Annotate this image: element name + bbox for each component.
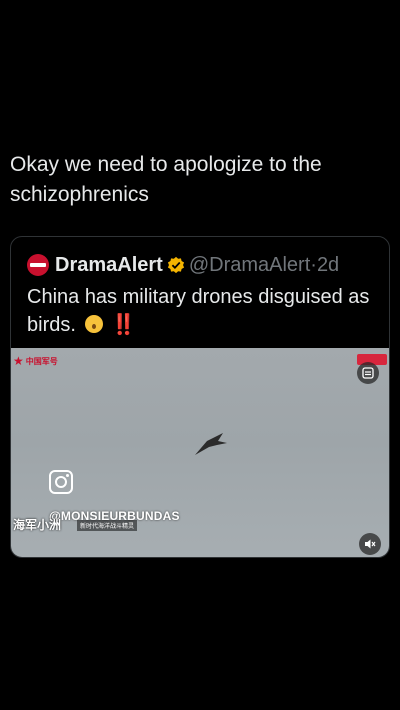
double-exclamation-icon: ‼️ xyxy=(111,314,136,336)
channel-label: 中国军号 xyxy=(25,356,58,366)
captions-icon xyxy=(362,367,374,379)
quoted-tweet-card[interactable]: DramaAlert @DramaAlert · 2d China has mi… xyxy=(10,236,390,558)
captions-button[interactable] xyxy=(357,362,379,384)
astonished-emoji-icon xyxy=(85,315,104,333)
instagram-icon xyxy=(49,470,73,494)
watermark-subtitle: 新时代海洋战斗精灵 xyxy=(77,520,138,531)
author-handle[interactable]: @DramaAlert xyxy=(189,254,310,277)
author-name[interactable]: DramaAlert xyxy=(55,254,163,277)
channel-logo: ★ 中国军号 xyxy=(13,354,58,368)
sound-off-icon xyxy=(365,539,376,549)
avatar[interactable] xyxy=(27,254,49,276)
star-icon: ★ xyxy=(13,354,24,368)
mute-button[interactable] xyxy=(359,533,381,555)
tweet-text: Okay we need to apologize to the schizop… xyxy=(10,153,322,206)
separator-dot: · xyxy=(310,253,317,276)
quoted-tweet-text: China has military drones disguised as b… xyxy=(27,286,370,336)
quoted-tweet-body: China has military drones disguised as b… xyxy=(27,283,377,339)
quoted-tweet-header: DramaAlert @DramaAlert · 2d xyxy=(27,251,387,279)
video-player[interactable]: ★ 中国军号 @MONSIEURBUNDAS 海军小洲 新时代海洋战斗精灵 xyxy=(11,348,389,557)
bird-drone xyxy=(195,433,227,455)
verified-badge-icon xyxy=(167,256,184,274)
watermark-channel: 海军小洲 xyxy=(13,518,62,532)
post-time[interactable]: 2d xyxy=(317,254,339,277)
